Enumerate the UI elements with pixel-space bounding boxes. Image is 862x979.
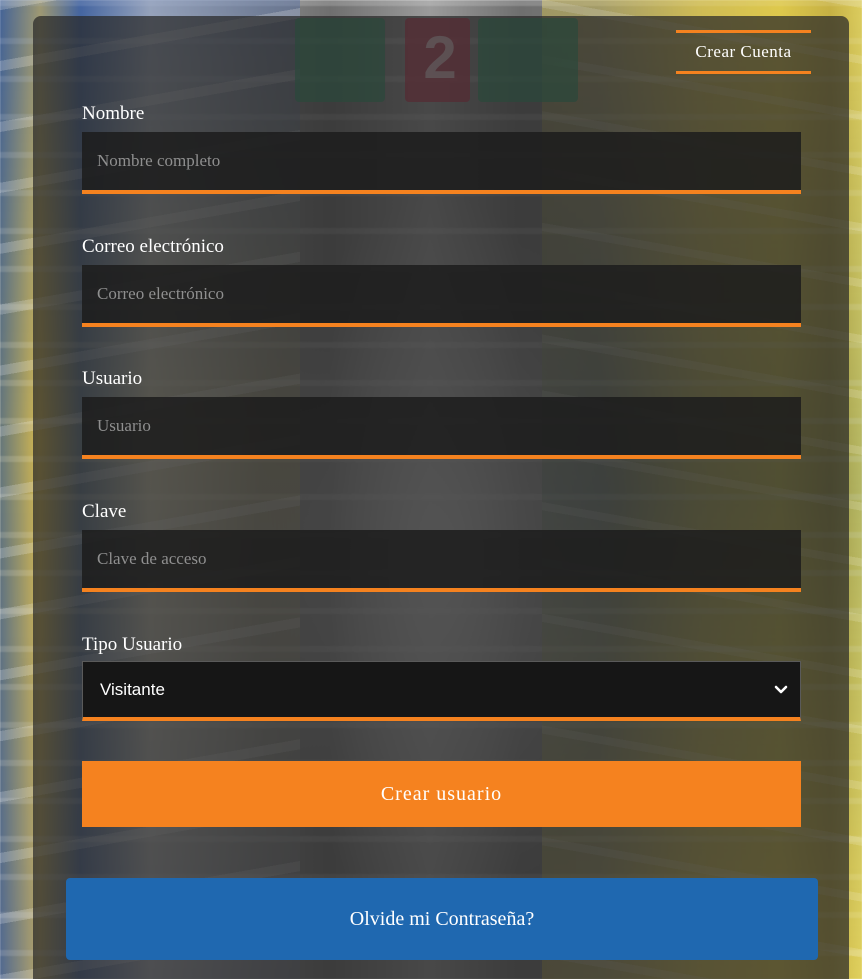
clave-label: Clave <box>82 501 127 522</box>
forgot-password-button[interactable]: Olvide mi Contraseña? <box>66 878 818 960</box>
tab-crear-cuenta[interactable]: Crear Cuenta <box>676 30 811 74</box>
usuario-label: Usuario <box>82 368 143 389</box>
usuario-input[interactable] <box>82 397 801 459</box>
correo-label: Correo electrónico <box>82 236 224 257</box>
nombre-input[interactable] <box>82 132 801 194</box>
crear-usuario-button[interactable]: Crear usuario <box>82 761 801 827</box>
clave-input[interactable] <box>82 530 801 592</box>
tipo-usuario-selected: Visitante <box>100 679 165 699</box>
nombre-label: Nombre <box>82 103 145 124</box>
tipo-usuario-select[interactable]: Visitante <box>82 661 801 721</box>
correo-input[interactable] <box>82 265 801 327</box>
chevron-down-icon <box>772 681 790 699</box>
tipo-usuario-label: Tipo Usuario <box>82 634 183 655</box>
